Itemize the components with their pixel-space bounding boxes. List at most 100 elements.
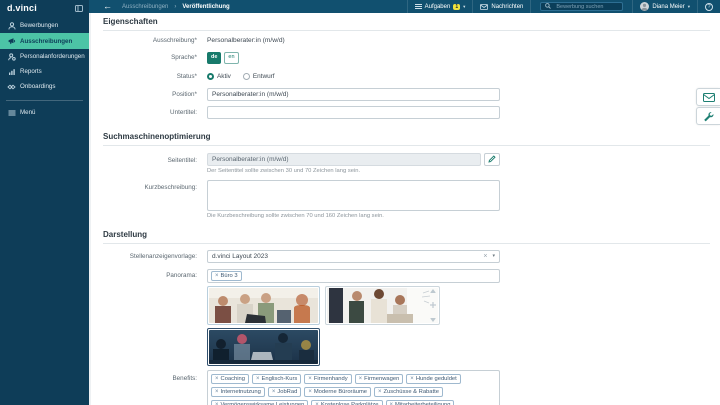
bar-chart-icon bbox=[7, 68, 16, 76]
panorama-multiselect[interactable]: × Büro 3 bbox=[207, 268, 500, 283]
settings-wrench-button[interactable] bbox=[696, 107, 720, 125]
remove-tag-icon[interactable]: × bbox=[359, 376, 363, 382]
vorlage-select[interactable]: d.vinci Layout 2023 × ▾ bbox=[207, 249, 500, 263]
field-label-panorama: Panorama: bbox=[166, 272, 197, 279]
sidebar-item-label: Menü bbox=[20, 109, 36, 116]
sidebar: d.vinci Bewerbungen Ausschreibungen Pers… bbox=[0, 0, 89, 405]
sidebar-item-bewerbungen[interactable]: Bewerbungen bbox=[0, 18, 89, 33]
sidebar-item-menu[interactable]: Menü bbox=[0, 105, 89, 120]
person-gear-icon bbox=[7, 52, 16, 61]
search-box[interactable] bbox=[540, 2, 624, 11]
person-icon bbox=[7, 21, 16, 30]
tag-label: Internetnutzung bbox=[220, 388, 261, 395]
remove-tag-icon[interactable]: × bbox=[215, 273, 219, 279]
sidebar-item-personalanforderungen[interactable]: Personalanforderungen bbox=[0, 49, 89, 64]
tasks-menu[interactable]: Aufgaben 1 ▾ bbox=[406, 0, 473, 13]
radio-status-entwurf[interactable]: Entwurf bbox=[242, 72, 275, 80]
sidebar-divider bbox=[6, 100, 83, 101]
radio-unselected-icon bbox=[242, 72, 250, 80]
benefit-tag: × Firmenhandy bbox=[304, 373, 352, 384]
remove-tag-icon[interactable]: × bbox=[256, 376, 260, 382]
sidebar-item-label: Onboardings bbox=[20, 83, 56, 90]
breadcrumb-current: Veröffentlichung bbox=[182, 3, 230, 10]
thumbnail-reorder-controls[interactable] bbox=[429, 288, 437, 322]
remove-tag-icon[interactable]: × bbox=[315, 402, 319, 405]
sidebar-item-label: Ausschreibungen bbox=[20, 37, 73, 45]
section-title-eigenschaften: Eigenschaften bbox=[103, 17, 710, 31]
position-input[interactable] bbox=[207, 87, 500, 101]
remove-tag-icon[interactable]: × bbox=[215, 402, 219, 405]
user-name: Diana Meier bbox=[652, 3, 685, 10]
panorama-thumbnail-1[interactable] bbox=[207, 285, 320, 325]
sidebar-item-reports[interactable]: Reports bbox=[0, 64, 89, 79]
remove-tag-icon[interactable]: × bbox=[215, 389, 219, 395]
search-input[interactable] bbox=[554, 2, 619, 11]
language-toggle-de[interactable]: de bbox=[207, 52, 222, 64]
clear-selection-icon[interactable]: × bbox=[480, 253, 490, 260]
back-button[interactable]: ← bbox=[99, 2, 116, 11]
envelope-icon bbox=[702, 92, 715, 102]
remove-tag-icon[interactable]: × bbox=[410, 376, 414, 382]
panorama-thumbnails bbox=[207, 285, 500, 366]
remove-tag-icon[interactable]: × bbox=[215, 376, 219, 382]
tag-label: Büro 3 bbox=[220, 272, 238, 279]
benefit-tag: × JobRad bbox=[267, 386, 302, 397]
radio-status-aktiv[interactable]: Aktiv bbox=[207, 72, 231, 80]
kurzbeschreibung-textarea[interactable] bbox=[207, 179, 500, 211]
benefit-tag: × Zuschüsse & Rabatte bbox=[374, 386, 443, 397]
remove-tag-icon[interactable]: × bbox=[308, 389, 312, 395]
benefit-tag: × Firmenwagen bbox=[354, 373, 404, 384]
hamburger-menu-icon bbox=[7, 109, 16, 117]
ausschreibung-value: Personalberater:in (m/w/d) bbox=[207, 37, 285, 44]
tag-label: Zuschüsse & Rabatte bbox=[383, 388, 439, 395]
search-area bbox=[530, 0, 632, 13]
tag-label: Moderne Büroräume bbox=[313, 388, 367, 395]
sidebar-item-label: Personalanforderungen bbox=[20, 53, 85, 60]
messages-menu[interactable]: Nachrichten bbox=[472, 0, 530, 13]
tag-label: Hunde geduldet bbox=[415, 375, 457, 382]
remove-tag-icon[interactable]: × bbox=[390, 402, 394, 405]
tag-label: JobRad bbox=[277, 388, 298, 395]
benefit-tag: × Moderne Büroräume bbox=[304, 386, 371, 397]
panorama-thumbnail-3-selected[interactable] bbox=[207, 327, 320, 366]
wrench-icon bbox=[704, 111, 714, 121]
seitentitel-hint: Der Seitentitel sollte zwischen 30 und 7… bbox=[207, 167, 361, 174]
benefit-tag: × Hunde geduldet bbox=[406, 373, 461, 384]
sidebar-item-onboardings[interactable]: Onboardings bbox=[0, 79, 89, 94]
sidebar-item-ausschreibungen[interactable]: Ausschreibungen bbox=[0, 33, 89, 49]
tag-label: Englisch-Kurs bbox=[261, 375, 298, 382]
field-label-benefits: Benefits: bbox=[172, 374, 197, 382]
user-menu[interactable]: Diana Meier ▾ bbox=[632, 0, 697, 13]
sidebar-item-label: Reports bbox=[20, 68, 42, 75]
avatar bbox=[640, 2, 650, 11]
tag-label: Firmenwagen bbox=[364, 375, 400, 382]
messages-label: Nachrichten bbox=[491, 3, 524, 10]
contact-mail-button[interactable] bbox=[696, 88, 720, 106]
envelope-icon bbox=[480, 3, 489, 10]
benefit-tag: × Kostenlose Parkplätze bbox=[311, 399, 383, 405]
benefits-multiselect[interactable]: × Coaching × Englisch-Kurs × Firmenhandy × F… bbox=[207, 369, 500, 405]
untertitel-input[interactable] bbox=[207, 105, 500, 119]
radio-label: Entwurf bbox=[252, 72, 275, 80]
remove-tag-icon[interactable]: × bbox=[308, 376, 312, 382]
field-label-ausschreibung: Ausschreibung* bbox=[152, 37, 197, 44]
app-window: d.vinci Bewerbungen Ausschreibungen Pers… bbox=[0, 0, 720, 405]
chevron-down-icon: ▾ bbox=[687, 3, 690, 9]
help-icon[interactable]: ? bbox=[705, 2, 713, 11]
chevron-down-icon: ▾ bbox=[463, 3, 466, 9]
floating-action-buttons bbox=[696, 88, 720, 125]
language-toggle-en[interactable]: en bbox=[224, 52, 239, 64]
panorama-thumbnail-2[interactable] bbox=[325, 285, 440, 325]
sidebar-collapse-icon[interactable] bbox=[75, 4, 83, 12]
breadcrumb-separator-icon: › bbox=[174, 3, 177, 10]
kurzbeschreibung-hint: Die Kurzbeschreibung sollte zwischen 70 … bbox=[207, 212, 384, 219]
remove-tag-icon[interactable]: × bbox=[272, 389, 276, 395]
breadcrumb-parent[interactable]: Ausschreibungen bbox=[122, 4, 168, 10]
remove-tag-icon[interactable]: × bbox=[378, 389, 382, 395]
search-icon bbox=[545, 2, 552, 11]
sidebar-item-label: Bewerbungen bbox=[20, 22, 59, 29]
move-icon bbox=[430, 302, 436, 308]
edit-seitentitel-button[interactable] bbox=[484, 152, 500, 166]
panorama-tag: × Büro 3 bbox=[211, 270, 242, 281]
benefit-tag: × Internetnutzung bbox=[211, 386, 265, 397]
